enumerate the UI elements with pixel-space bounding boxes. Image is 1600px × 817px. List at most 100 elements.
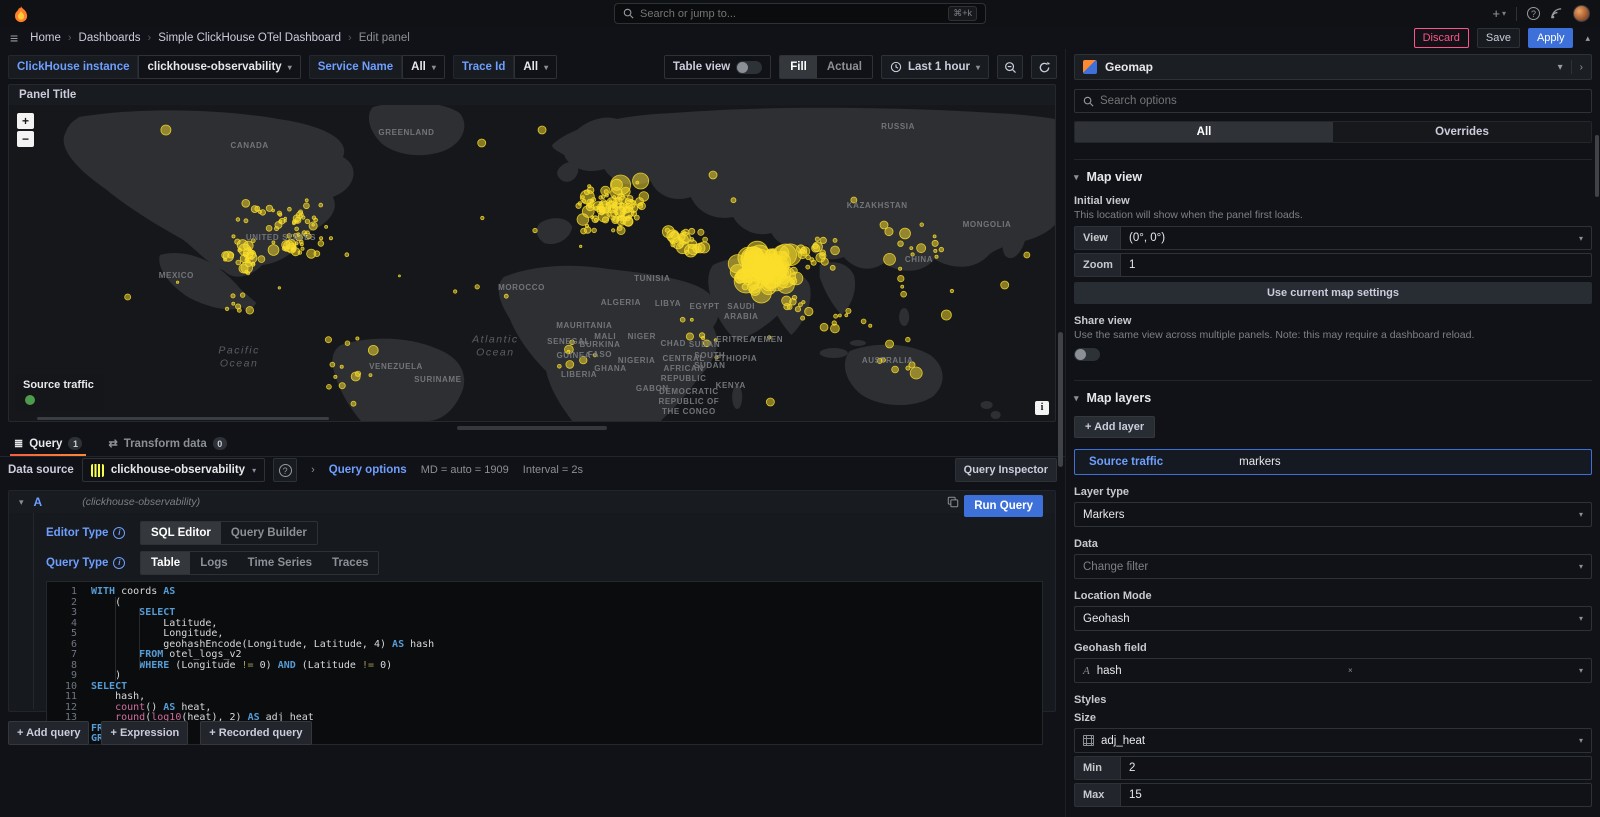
options-tab-all[interactable]: All bbox=[1075, 122, 1333, 142]
clear-icon[interactable]: × bbox=[1348, 666, 1353, 675]
query-type-table[interactable]: Table bbox=[141, 552, 190, 574]
location-mode-select[interactable]: Geohash▾ bbox=[1074, 606, 1592, 631]
data-select[interactable]: Change filter▾ bbox=[1074, 554, 1592, 579]
map-zoom-in-button[interactable]: + bbox=[17, 113, 34, 129]
interval-info: Interval = 2s bbox=[523, 464, 583, 476]
menu-icon[interactable]: ≡ bbox=[10, 30, 18, 46]
map-country-label: ERITREA bbox=[716, 335, 755, 345]
add-query-button[interactable]: + Add query bbox=[8, 721, 89, 745]
map-country-label: LIBYA bbox=[655, 299, 681, 309]
duplicate-icon[interactable] bbox=[947, 496, 959, 508]
sql-line: 2 ( bbox=[47, 598, 1042, 609]
time-range-picker[interactable]: Last 1 hour ▾ bbox=[881, 55, 989, 79]
query-row-card: ▾ A (clickhouse-observability) Editor Ty… bbox=[8, 490, 1056, 712]
actual-option[interactable]: Actual bbox=[817, 56, 872, 78]
chevron-up-icon[interactable]: ▴ bbox=[1585, 33, 1590, 44]
panel-resize-handle[interactable] bbox=[457, 426, 607, 430]
tab-label: Query bbox=[29, 438, 62, 450]
panel-type-header[interactable]: Geomap ▾ › bbox=[1074, 54, 1592, 80]
share-view-toggle[interactable] bbox=[1074, 348, 1100, 361]
chevron-right-icon[interactable]: › bbox=[311, 464, 315, 476]
options-scrollbar[interactable] bbox=[1595, 135, 1599, 197]
grafana-logo-icon[interactable] bbox=[12, 5, 30, 23]
variable-value-dropdown[interactable]: All▾ bbox=[514, 55, 557, 79]
layer-type-select[interactable]: Markers▾ bbox=[1074, 502, 1592, 527]
recorded-query-button[interactable]: + Recorded query bbox=[200, 721, 311, 745]
geomap-canvas[interactable]: RUSSIACANADAGREENLANDKAZAKHSTANMONGOLIAC… bbox=[9, 105, 1055, 421]
map-attribution-button[interactable]: i bbox=[1035, 401, 1049, 415]
chevron-down-icon: ▾ bbox=[432, 63, 436, 72]
chevron-down-icon[interactable]: ▾ bbox=[1558, 62, 1563, 73]
zoom-input[interactable]: 1 bbox=[1120, 253, 1592, 277]
query-options-link[interactable]: Query options bbox=[329, 464, 407, 476]
map-zoom-out-button[interactable]: − bbox=[17, 131, 34, 147]
geohash-field-select[interactable]: Ahash×▾ bbox=[1074, 658, 1592, 683]
query-type-logs[interactable]: Logs bbox=[190, 552, 237, 574]
search-input[interactable] bbox=[640, 8, 942, 20]
add-new-button[interactable]: +▾ bbox=[1492, 7, 1506, 20]
geomap-panel[interactable]: Panel Title bbox=[8, 84, 1056, 422]
collapse-pane-icon[interactable]: › bbox=[1580, 62, 1583, 73]
query-type-time-series[interactable]: Time Series bbox=[238, 552, 322, 574]
chevron-down-icon[interactable]: ▾ bbox=[19, 497, 24, 508]
size-field-select[interactable]: adj_heat▾ bbox=[1074, 728, 1592, 753]
panel-title[interactable]: Panel Title bbox=[9, 85, 1055, 105]
view-label: View bbox=[1074, 226, 1120, 250]
query-row-header[interactable]: ▾ A (clickhouse-observability) bbox=[9, 491, 1055, 513]
variable-value-dropdown[interactable]: All▾ bbox=[402, 55, 445, 79]
map-country-label: GHANA bbox=[594, 364, 626, 374]
datasource-help-button[interactable]: ? bbox=[273, 458, 297, 482]
query-row-body: Editor Typei SQL EditorQuery Builder Que… bbox=[33, 513, 1055, 709]
table-view-toggle[interactable] bbox=[736, 61, 762, 74]
map-scrollbar[interactable] bbox=[37, 417, 329, 420]
editor-type-query-builder[interactable]: Query Builder bbox=[221, 522, 317, 544]
info-icon[interactable]: i bbox=[113, 557, 125, 569]
breadcrumb-item[interactable]: Simple ClickHouse OTel Dashboard bbox=[158, 32, 341, 44]
query-inspector-button[interactable]: Query Inspector bbox=[955, 458, 1057, 482]
chevron-down-icon: ▾ bbox=[1579, 510, 1583, 519]
help-icon: ? bbox=[279, 464, 292, 477]
add-layer-button[interactable]: + Add layer bbox=[1074, 416, 1155, 438]
map-view-section-header[interactable]: ▾ Map view bbox=[1074, 170, 1592, 184]
layer-name[interactable]: Source traffic bbox=[1089, 456, 1163, 468]
chevron-down-icon: ▾ bbox=[252, 466, 256, 475]
variable-value-dropdown[interactable]: clickhouse-observability▾ bbox=[138, 55, 300, 79]
tab-transform-data[interactable]: ⇄Transform data0 bbox=[104, 437, 230, 456]
save-button[interactable]: Save bbox=[1477, 28, 1520, 48]
min-input[interactable]: 2 bbox=[1120, 756, 1592, 780]
query-type-traces[interactable]: Traces bbox=[322, 552, 378, 574]
options-search-input[interactable] bbox=[1100, 95, 1583, 107]
main-scrollbar[interactable] bbox=[1058, 332, 1063, 467]
datasource-value: clickhouse-observability bbox=[111, 464, 245, 476]
zoom-out-time-button[interactable] bbox=[997, 55, 1023, 79]
refresh-button[interactable] bbox=[1031, 55, 1057, 79]
use-current-map-settings-button[interactable]: Use current map settings bbox=[1074, 282, 1592, 304]
info-icon[interactable]: i bbox=[113, 527, 125, 539]
datasource-picker[interactable]: clickhouse-observability ▾ bbox=[82, 458, 265, 482]
expression-button[interactable]: + Expression bbox=[101, 721, 188, 745]
breadcrumb-item[interactable]: Edit panel bbox=[359, 32, 410, 44]
max-input[interactable]: 15 bbox=[1120, 783, 1592, 807]
breadcrumb-item[interactable]: Home bbox=[30, 32, 61, 44]
fill-option[interactable]: Fill bbox=[780, 56, 817, 78]
discard-button[interactable]: Discard bbox=[1414, 28, 1469, 48]
news-icon[interactable] bbox=[1550, 7, 1563, 20]
avatar[interactable] bbox=[1573, 5, 1590, 22]
view-select[interactable]: (0°, 0°)▾ bbox=[1120, 226, 1592, 250]
options-tab-overrides[interactable]: Overrides bbox=[1333, 122, 1591, 142]
help-icon[interactable]: ? bbox=[1527, 7, 1540, 20]
map-country-label: AUSTRALIA bbox=[862, 356, 914, 366]
editor-type-sql-editor[interactable]: SQL Editor bbox=[141, 522, 221, 544]
run-query-button[interactable]: Run Query bbox=[964, 495, 1043, 517]
breadcrumb-item[interactable]: Dashboards bbox=[79, 32, 141, 44]
table-view-label: Table view bbox=[673, 61, 730, 73]
tab-query[interactable]: ≣Query1 bbox=[10, 437, 86, 456]
variable-label: ClickHouse instance bbox=[8, 55, 138, 79]
variable-control: Trace IdAll▾ bbox=[453, 55, 557, 79]
apply-button[interactable]: Apply bbox=[1528, 28, 1574, 48]
location-mode-label: Location Mode bbox=[1074, 590, 1592, 602]
chevron-down-icon: ▾ bbox=[544, 63, 548, 72]
layer-item[interactable]: Source traffic markers bbox=[1074, 449, 1592, 475]
map-country-label: MEXICO bbox=[159, 271, 194, 281]
map-layers-section-header[interactable]: ▾ Map layers bbox=[1074, 391, 1592, 405]
